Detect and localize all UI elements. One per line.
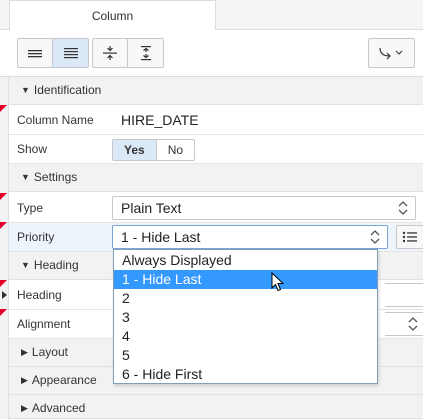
chevron-down-icon: ▼	[21, 172, 30, 182]
mouse-cursor-icon	[271, 272, 285, 292]
rows-stretched-icon	[63, 48, 78, 59]
required-marker	[0, 280, 7, 287]
show-yes-option[interactable]: Yes	[113, 140, 157, 160]
section-identification[interactable]: ▼ Identification	[9, 77, 423, 105]
collapse-expand-group	[92, 38, 164, 68]
go-to-group-menu	[368, 38, 415, 68]
list-icon	[402, 231, 417, 243]
column-name-value[interactable]: HIRE_DATE	[121, 106, 199, 135]
select-arrows-icon	[408, 317, 418, 331]
go-to-group-icon	[378, 47, 402, 60]
priority-option[interactable]: 4	[114, 327, 377, 346]
property-row-priority: Priority 1 - Hide Last	[0, 222, 423, 252]
expand-all-button[interactable]	[128, 39, 163, 67]
collapse-all-button[interactable]	[93, 39, 128, 67]
property-row-column-name: Column Name HIRE_DATE	[0, 105, 423, 135]
priority-option[interactable]: 2	[114, 289, 377, 308]
alignment-label: Alignment	[17, 317, 71, 331]
chevron-down-icon: ▼	[21, 260, 30, 270]
column-name-label: Column Name	[17, 113, 94, 127]
section-settings[interactable]: ▼ Settings	[9, 164, 423, 192]
priority-option[interactable]: Always Displayed	[114, 251, 377, 270]
select-arrows-icon	[398, 201, 408, 215]
show-no-option[interactable]: No	[157, 140, 194, 160]
priority-option-highlighted[interactable]: 1 - Hide Last	[114, 270, 377, 289]
required-marker	[0, 105, 7, 112]
show-label: Show	[17, 142, 48, 156]
list-of-values-button[interactable]	[396, 225, 423, 249]
priority-dropdown-list: Always Displayed 1 - Hide Last 2 3 4 5 6…	[113, 249, 378, 384]
heading-label: Heading	[17, 288, 62, 302]
alignment-select[interactable]	[385, 312, 423, 336]
chevron-right-icon: ▶	[21, 375, 28, 385]
rows-compact-icon	[28, 50, 42, 58]
property-row-show: Show Yes No	[9, 135, 423, 164]
chevron-down-icon: ▼	[21, 85, 30, 95]
tab-column[interactable]: Column	[9, 0, 216, 31]
priority-option[interactable]: 3	[114, 308, 377, 327]
type-label: Type	[17, 201, 44, 215]
left-gutter	[0, 77, 9, 419]
chevron-right-icon: ▶	[21, 347, 28, 357]
display-density-group	[17, 38, 89, 68]
rows-compact-button[interactable]	[18, 39, 53, 67]
type-select[interactable]: Plain Text	[112, 196, 416, 220]
select-arrows-icon	[370, 230, 380, 244]
required-marker	[0, 222, 7, 229]
current-row-indicator-icon	[2, 291, 7, 299]
property-row-type: Type Plain Text	[0, 193, 423, 223]
rows-stretched-button[interactable]	[53, 39, 88, 67]
heading-input[interactable]	[385, 283, 423, 307]
priority-label: Priority	[17, 230, 55, 244]
required-marker	[0, 309, 7, 316]
collapse-all-icon	[103, 46, 117, 60]
show-toggle: Yes No	[112, 139, 196, 161]
priority-option[interactable]: 5	[114, 346, 377, 365]
priority-option[interactable]: 6 - Hide First	[114, 365, 377, 384]
priority-select[interactable]: 1 - Hide Last	[112, 225, 388, 249]
go-to-group-button[interactable]	[369, 39, 414, 67]
expand-all-icon	[140, 46, 151, 61]
chevron-right-icon: ▶	[21, 403, 28, 413]
required-marker	[0, 193, 7, 200]
section-advanced[interactable]: ▶ Advanced	[9, 395, 423, 419]
